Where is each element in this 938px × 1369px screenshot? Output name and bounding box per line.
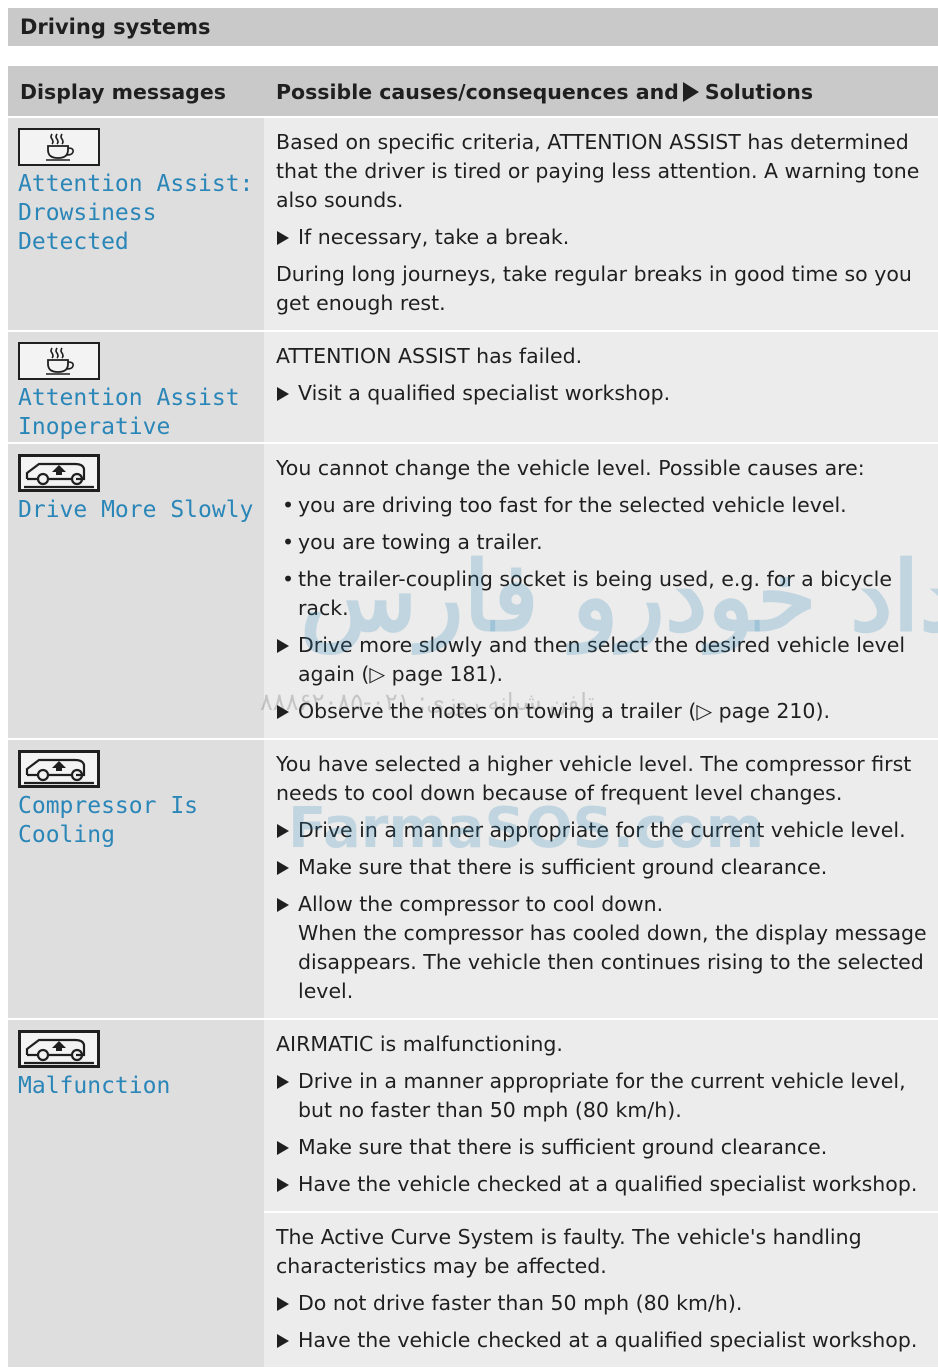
display-message-cell: Compressor Is Cooling xyxy=(8,740,264,1018)
manual-page: Driving systems Display messages Possibl… xyxy=(8,8,938,1369)
vehicle-level-icon xyxy=(18,1030,100,1068)
display-message-text: Malfunction xyxy=(18,1073,171,1099)
table-row: Attention Assist Inoperative ATTENTION ASS… xyxy=(8,332,938,444)
display-message-cell: Attention Assist Inoperative xyxy=(8,332,264,442)
section-title: Driving systems xyxy=(8,8,938,46)
header-causes-label: Possible causes/consequences and xyxy=(276,80,679,104)
cause-block: You cannot change the vehicle level. Pos… xyxy=(264,444,938,738)
causes-solutions-cell: Based on specific criteria, ATTENTION AS… xyxy=(264,118,938,330)
description-text: AIRMATIC is malfunctioning. xyxy=(276,1032,563,1056)
vehicle-level-icon xyxy=(18,454,100,492)
description-text: During long journeys, take regular break… xyxy=(276,262,912,315)
description-text: Based on specific criteria, ATTENTION AS… xyxy=(276,130,920,212)
solution-step: Make sure that there is sufficient groun… xyxy=(276,1133,938,1162)
cause-bullet: the trailer-coupling socket is being use… xyxy=(276,565,938,623)
vehicle-level-icon xyxy=(18,750,100,788)
solution-step: Allow the compressor to cool down. When t… xyxy=(276,890,938,1006)
cause-block: Based on specific criteria, ATTENTION AS… xyxy=(264,118,938,330)
solution-step: Do not drive faster than 50 mph (80 km/h… xyxy=(276,1289,938,1318)
causes-solutions-cell: You cannot change the vehicle level. Pos… xyxy=(264,444,938,738)
solution-step: Have the vehicle checked at a qualified … xyxy=(276,1170,938,1199)
description-text: The Active Curve System is faulty. The v… xyxy=(276,1225,862,1278)
header-solutions-label: Solutions xyxy=(704,80,814,104)
table-row: Malfunction AIRMATIC is malfunctioning. Dr… xyxy=(8,1020,938,1369)
cause-block: AIRMATIC is malfunctioning. Drive in a ma… xyxy=(264,1020,938,1211)
description-text: You cannot change the vehicle level. Pos… xyxy=(276,456,865,480)
coffee-cup-icon xyxy=(18,342,100,380)
messages-table: Display messages Possible causes/consequ… xyxy=(8,66,938,1369)
display-message-cell: Malfunction xyxy=(8,1020,264,1367)
table-row: Drive More Slowly You cannot change the v… xyxy=(8,444,938,740)
causes-solutions-cell: You have selected a higher vehicle level… xyxy=(264,740,938,1018)
solution-step: Drive in a manner appropriate for the cu… xyxy=(276,1067,938,1125)
solution-step: Have the vehicle checked at a qualified … xyxy=(276,1326,938,1355)
cause-block: You have selected a higher vehicle level… xyxy=(264,740,938,1018)
display-message-text: Attention Assist: Drowsiness Detected xyxy=(18,171,254,255)
display-message-text: Compressor Is Cooling xyxy=(18,793,199,848)
display-message-cell: Attention Assist: Drowsiness Detected xyxy=(8,118,264,330)
table-row: Attention Assist: Drowsiness Detected Based… xyxy=(8,118,938,332)
header-display-messages: Display messages xyxy=(20,80,226,104)
cause-bullet: you are towing a trailer. xyxy=(276,528,938,557)
coffee-cup-icon xyxy=(18,128,100,166)
solution-step: If necessary, take a break. xyxy=(276,223,938,252)
table-body: Attention Assist: Drowsiness Detected Based… xyxy=(8,118,938,1369)
description-text: ATTENTION ASSIST has failed. xyxy=(276,344,583,368)
solution-step: Drive more slowly and then select the de… xyxy=(276,631,938,689)
display-message-text: Drive More Slowly xyxy=(18,497,254,523)
display-message-text: Attention Assist Inoperative xyxy=(18,385,240,440)
header-causes-solutions: Possible causes/consequences and Solution… xyxy=(264,66,938,116)
solution-arrow-icon xyxy=(682,82,699,102)
cause-block: The Active Curve System is faulty. The v… xyxy=(264,1211,938,1367)
cause-block: ATTENTION ASSIST has failed. Visit a qual… xyxy=(264,332,938,420)
cause-bullet: you are driving too fast for the selecte… xyxy=(276,491,938,520)
solution-step: Observe the notes on towing a trailer (▷… xyxy=(276,697,938,726)
display-message-cell: Drive More Slowly xyxy=(8,444,264,738)
table-header: Display messages Possible causes/consequ… xyxy=(8,66,938,118)
solution-step: Drive in a manner appropriate for the cu… xyxy=(276,816,938,845)
causes-solutions-cell: AIRMATIC is malfunctioning. Drive in a ma… xyxy=(264,1020,938,1367)
causes-solutions-cell: ATTENTION ASSIST has failed. Visit a qual… xyxy=(264,332,938,442)
solution-step: Make sure that there is sufficient groun… xyxy=(276,853,938,882)
table-row: Compressor Is Cooling You have selected a … xyxy=(8,740,938,1020)
description-text: You have selected a higher vehicle level… xyxy=(276,752,912,805)
solution-step: Visit a qualified specialist workshop. xyxy=(276,379,938,408)
